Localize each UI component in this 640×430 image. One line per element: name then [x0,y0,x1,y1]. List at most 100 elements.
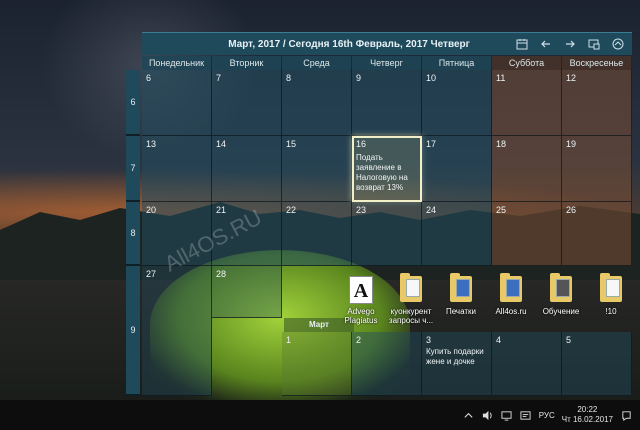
day-number: 20 [146,205,157,215]
system-tray: РУС 20:22 Чт 16.02.2017 [463,400,632,430]
day-number: 12 [566,73,577,83]
day-cell[interactable]: 24 [422,202,492,266]
day-cell[interactable]: 1 [282,332,352,396]
calendar-icon[interactable] [516,38,528,50]
day-number: 17 [426,139,437,149]
week-number: 7 [126,136,140,202]
desktop-icon-label: Обучение [542,307,580,316]
desktop-icon-advego[interactable]: A Advego Plagiatus [336,272,386,334]
day-number: 22 [286,205,297,215]
day-number: 10 [426,73,437,83]
day-number: 9 [356,73,362,83]
day-cell[interactable]: 10 [422,70,492,136]
clock[interactable]: 20:22 Чт 16.02.2017 [562,405,613,425]
day-cell[interactable]: 6 [142,70,212,136]
desktop-icon-label: All4os.ru [495,307,527,316]
day-cell[interactable]: 23 [352,202,422,266]
folder-icon [450,273,472,302]
weekday-friday: Пятница [422,56,492,70]
day-number: 26 [566,205,577,215]
arrow-right-icon[interactable] [564,38,576,50]
volume-icon[interactable] [482,409,494,421]
day-number: 15 [286,139,297,149]
day-number: 16 [356,139,367,149]
day-cell[interactable]: 12 [562,70,632,136]
day-number: 4 [496,335,502,345]
weekday-thursday: Четверг [352,56,422,70]
day-cell[interactable]: 9 [352,70,422,136]
folder-icon [550,273,572,302]
day-cell[interactable]: 28 [212,266,282,318]
calendar-toolbar: Март, 2017 / Сегодня 16th Февраль, 2017 … [142,32,632,55]
desktop-icon-folder[interactable]: куонкурент запросы ч... [386,272,436,334]
weekday-header-row: Понедельник Вторник Среда Четверг Пятниц… [142,56,632,70]
today-cell[interactable]: 16 Подать заявление в Налоговую на возвр… [352,136,422,202]
day-number: 5 [566,335,572,345]
desktop-icon-folder[interactable]: Печатки [436,272,486,334]
day-number: 13 [146,139,157,149]
day-number: 23 [356,205,367,215]
day-number: 24 [426,205,437,215]
day-number: 14 [216,139,227,149]
day-cell[interactable]: 5 [562,332,632,396]
day-cell[interactable]: 14 [212,136,282,202]
notification-icon[interactable] [520,409,532,421]
event-text: Купить подарки жене и дочке [426,347,484,366]
day-cell[interactable]: 26 [562,202,632,266]
network-icon[interactable] [501,409,513,421]
taskbar: РУС 20:22 Чт 16.02.2017 [0,400,640,430]
day-cell[interactable]: 17 [422,136,492,202]
desktop-icon-label: !10 [605,307,617,316]
day-cell[interactable]: 7 [212,70,282,136]
day-number: 19 [566,139,577,149]
day-number: 6 [146,73,152,83]
weekday-wednesday: Среда [282,56,352,70]
week-number: 8 [126,202,140,266]
desktop-icon-folder[interactable]: !10 [586,272,636,334]
folder-icon [400,273,422,302]
day-cell[interactable]: 18 [492,136,562,202]
weekday-monday: Понедельник [142,56,212,70]
day-cell[interactable]: 15 [282,136,352,202]
collapse-icon[interactable] [612,38,624,50]
arrow-left-icon[interactable] [540,38,552,50]
clock-date: Чт 16.02.2017 [561,415,613,424]
language-indicator[interactable]: РУС [539,411,555,420]
desktop-icon-label: куонкурент запросы ч... [388,307,434,325]
weekday-saturday: Суббота [492,56,562,70]
desktop-icon-label: Печатки [445,307,476,316]
action-center-icon[interactable] [620,409,632,421]
day-number: 8 [286,73,292,83]
day-cell[interactable]: 22 [282,202,352,266]
weekday-tuesday: Вторник [212,56,282,70]
week-number: 9 [126,266,140,396]
day-number: 3 [426,335,432,345]
day-number: 1 [286,335,292,345]
calendar-title: Март, 2017 / Сегодня 16th Февраль, 2017 … [228,38,470,50]
clock-time: 20:22 [577,405,598,414]
chevron-up-icon[interactable] [463,409,475,421]
day-cell[interactable]: 19 [562,136,632,202]
day-cell[interactable]: 3 Купить подарки жене и дочке [422,332,492,396]
day-cell[interactable]: 25 [492,202,562,266]
desktop-icon-folder[interactable]: Обучение [536,272,586,334]
day-number: 18 [496,139,507,149]
app-icon: A [349,276,373,304]
day-cell[interactable]: 27 [142,266,212,396]
day-number: 11 [496,73,506,83]
day-cell[interactable]: 4 [492,332,562,396]
day-number: 2 [356,335,362,345]
day-cell[interactable]: 8 [282,70,352,136]
day-number: 7 [216,73,222,83]
day-number: 25 [496,205,507,215]
week-number: 6 [126,70,140,136]
weekday-sunday: Воскресенье [562,56,632,70]
folder-icon [600,273,622,302]
folder-icon [500,273,522,302]
day-cell[interactable]: 13 [142,136,212,202]
event-text: Подать заявление в Налоговую на возврат … [356,153,408,192]
desktop-icon-folder[interactable]: All4os.ru [486,272,536,334]
day-cell[interactable]: 2 [352,332,422,396]
window-mode-icon[interactable] [588,38,600,50]
day-cell[interactable]: 11 [492,70,562,136]
